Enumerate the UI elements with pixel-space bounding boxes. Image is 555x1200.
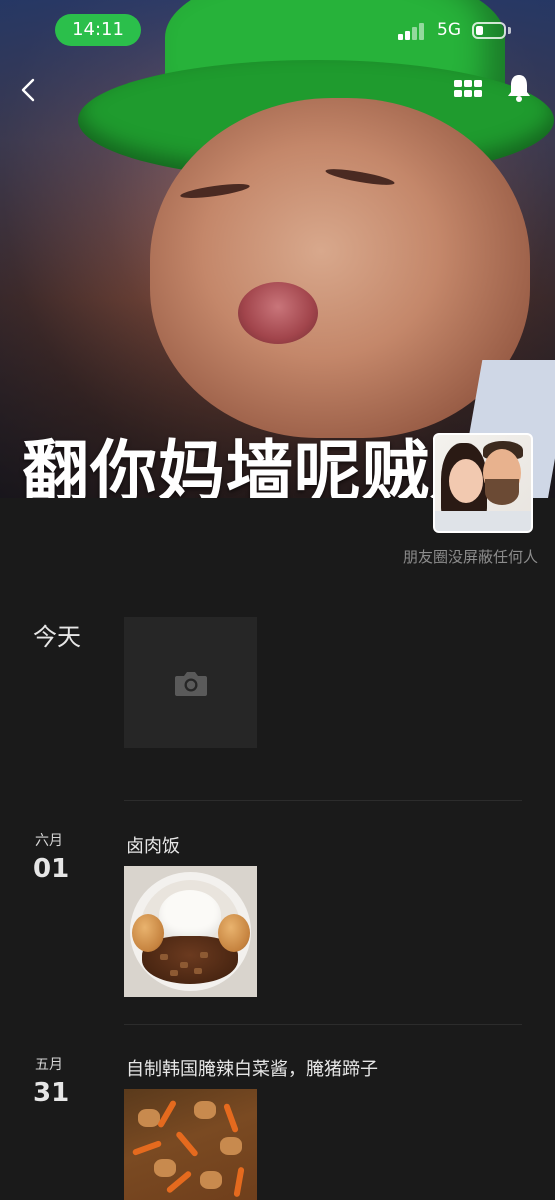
avatar-face-woman — [449, 459, 483, 503]
post-month: 五月 — [35, 1057, 63, 1073]
post-photo[interactable] — [124, 1089, 257, 1200]
cover-image[interactable]: 翻你妈墙呢贼贼 — [0, 0, 555, 498]
camera-icon — [174, 671, 207, 696]
new-post-button[interactable] — [124, 617, 257, 748]
battery-icon — [472, 22, 506, 39]
post-text[interactable]: 自制韩国腌辣白菜酱，腌猪蹄子 — [126, 1055, 378, 1081]
privacy-note: 朋友圈没屏蔽任何人 — [402, 548, 538, 566]
avatar-shirt — [435, 511, 531, 531]
braised-egg — [218, 914, 250, 952]
divider — [124, 1024, 522, 1025]
meat-chunk — [200, 1171, 222, 1189]
grid-icon — [454, 80, 482, 97]
status-bar: 14:11 5G — [0, 12, 555, 52]
post-month: 六月 — [35, 833, 63, 849]
chevron-left-icon — [21, 78, 35, 102]
post-day: 01 — [33, 854, 70, 884]
bell-icon — [508, 75, 530, 102]
meat-chunk — [154, 1159, 176, 1177]
meat-chunk — [194, 1101, 216, 1119]
post-photo[interactable] — [124, 866, 257, 997]
meat-chunk — [220, 1137, 242, 1155]
cover-caption: 翻你妈墙呢贼贼 — [22, 433, 498, 498]
rice — [159, 890, 221, 940]
today-label: 今天 — [33, 623, 81, 651]
back-button[interactable] — [14, 74, 46, 106]
battery-tip — [508, 27, 511, 34]
post-day: 31 — [33, 1078, 70, 1108]
profile-avatar[interactable] — [433, 433, 533, 533]
album-grid-button[interactable] — [453, 76, 483, 102]
meme-face — [150, 98, 530, 438]
right-eye — [324, 165, 396, 189]
left-eye — [179, 181, 251, 201]
divider — [124, 800, 522, 801]
signal-icon — [398, 22, 430, 40]
notifications-button[interactable] — [504, 72, 534, 104]
post-text[interactable]: 卤肉饭 — [126, 832, 180, 858]
network-type: 5G — [437, 20, 461, 40]
braised-egg — [132, 914, 164, 952]
status-time: 14:11 — [55, 14, 141, 46]
puckered-lips — [238, 282, 318, 344]
avatar-beard — [485, 479, 519, 505]
